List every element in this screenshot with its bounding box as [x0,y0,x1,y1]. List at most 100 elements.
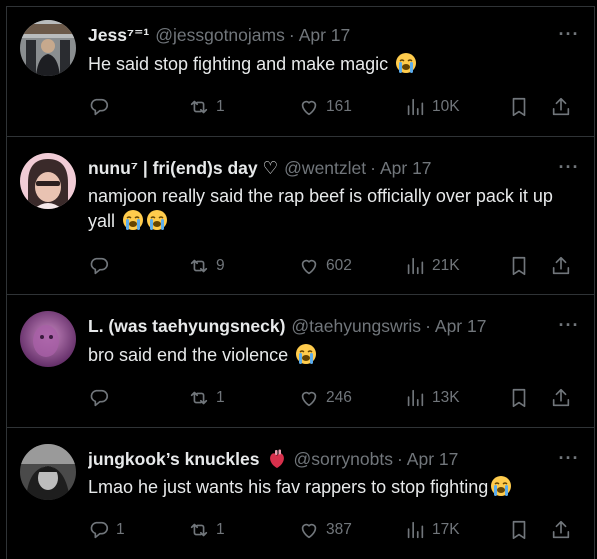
like-count: 246 [326,389,352,406]
retweet-icon [190,259,208,273]
display-name[interactable]: nunu⁷ | fri(end)s day ♡ [88,158,278,179]
loudly-crying-face-emoji [295,343,317,365]
bookmark-icon [512,256,526,276]
tweet-header: jungkook’s knuckles @sorrynobts · Apr 17 [88,447,583,471]
views-button[interactable]: 21K [404,254,460,278]
user-handle[interactable]: @jessgotnojams [155,25,285,46]
display-name[interactable]: jungkook’s knuckles [88,449,260,470]
views-count: 13K [432,389,460,406]
avatar[interactable] [20,153,76,209]
tweet-header: L. (was taehyungsneck) @taehyungswris · … [88,314,583,338]
more-options-icon[interactable]: ··· [557,449,581,473]
retweet-count: 1 [216,98,225,115]
views-icon [407,257,424,275]
more-options-icon[interactable]: ··· [557,25,581,49]
bookmark-icon [512,97,526,117]
share-icon [552,97,570,116]
tweet-text: He said stop fighting and make magic [88,52,581,77]
retweet-icon [190,391,208,405]
like-count: 161 [326,98,352,115]
bookmark-button[interactable] [508,95,530,119]
retweet-count: 1 [216,389,225,406]
views-icon [407,521,424,539]
display-name[interactable]: Jess⁷⁼¹ [88,25,149,46]
like-button[interactable]: 161 [298,95,352,119]
separator-dot: · [288,24,295,45]
avatar[interactable] [20,20,76,76]
share-button[interactable] [550,254,572,278]
tweet-text-content: Lmao he just wants his fav rappers to st… [88,477,489,497]
separator-dot: · [396,448,403,469]
share-button[interactable] [550,518,572,542]
like-button[interactable]: 246 [298,386,352,410]
tweet-date[interactable]: Apr 17 [407,449,459,470]
share-button[interactable] [550,386,572,410]
views-count: 21K [432,257,460,274]
share-icon [552,520,570,539]
loudly-crying-face-emoji [395,52,417,74]
divider [6,427,595,428]
heart-icon [301,259,317,275]
reply-button[interactable]: 1 [88,518,125,542]
display-name[interactable]: L. (was taehyungsneck) [88,316,285,337]
share-button[interactable] [550,95,572,119]
retweet-button[interactable]: 9 [188,254,225,278]
like-button[interactable]: 387 [298,518,352,542]
tweet-date[interactable]: Apr 17 [299,25,351,46]
heart-icon [301,523,317,539]
divider [6,294,595,295]
retweet-button[interactable]: 1 [188,95,225,119]
retweet-button[interactable]: 1 [188,518,225,542]
tweet-date[interactable]: Apr 17 [435,316,487,337]
reply-button[interactable] [88,386,116,410]
views-count: 17K [432,521,460,538]
reply-button[interactable] [88,95,116,119]
share-icon [552,388,570,407]
user-handle[interactable]: @taehyungswris [291,316,421,337]
views-button[interactable]: 10K [404,95,460,119]
tweet-header: Jess⁷⁼¹ @jessgotnojams · Apr 17 [88,23,583,47]
tweet-header: nunu⁷ | fri(end)s day ♡ @wentzlet · Apr … [88,156,583,180]
bookmark-button[interactable] [508,386,530,410]
bookmark-button[interactable] [508,254,530,278]
user-handle[interactable]: @wentzlet [284,158,366,179]
reply-icon [90,521,108,539]
like-button[interactable]: 602 [298,254,352,278]
reply-icon [90,389,108,407]
reply-button[interactable] [88,254,116,278]
loudly-crying-face-emoji [122,209,144,231]
tweet-actions: 1 161 10K [88,95,581,119]
retweet-button[interactable]: 1 [188,386,225,410]
loudly-crying-face-emoji [146,209,168,231]
anatomical-heart-emoji [266,448,288,470]
views-button[interactable]: 17K [404,518,460,542]
views-icon [407,98,424,116]
tweet-actions: 1 246 13K [88,386,581,410]
more-options-icon[interactable]: ··· [557,158,581,182]
more-options-icon[interactable]: ··· [557,316,581,340]
views-button[interactable]: 13K [404,386,460,410]
tweet-date[interactable]: Apr 17 [380,158,432,179]
like-count: 387 [326,521,352,538]
avatar[interactable] [20,311,76,367]
like-count: 602 [326,257,352,274]
bookmark-icon [512,520,526,540]
bookmark-icon [512,388,526,408]
reply-icon [90,257,108,275]
tweet-actions: 1 1 387 17K [88,518,581,542]
tweet-text-content: bro said end the violence [88,345,289,365]
tweet-text-content: He said stop fighting and make magic [88,54,389,74]
heart-icon [301,391,317,407]
avatar[interactable] [20,444,76,500]
divider [6,136,595,137]
separator-dot: · [370,157,376,178]
share-icon [552,256,570,275]
views-icon [407,389,424,407]
retweet-icon [190,523,208,537]
bookmark-button[interactable] [508,518,530,542]
retweet-count: 1 [216,521,225,538]
user-handle[interactable]: @sorrynobts [294,449,393,470]
separator-dot: · [425,315,431,336]
views-count: 10K [432,98,460,115]
loudly-crying-face-emoji [490,475,512,497]
